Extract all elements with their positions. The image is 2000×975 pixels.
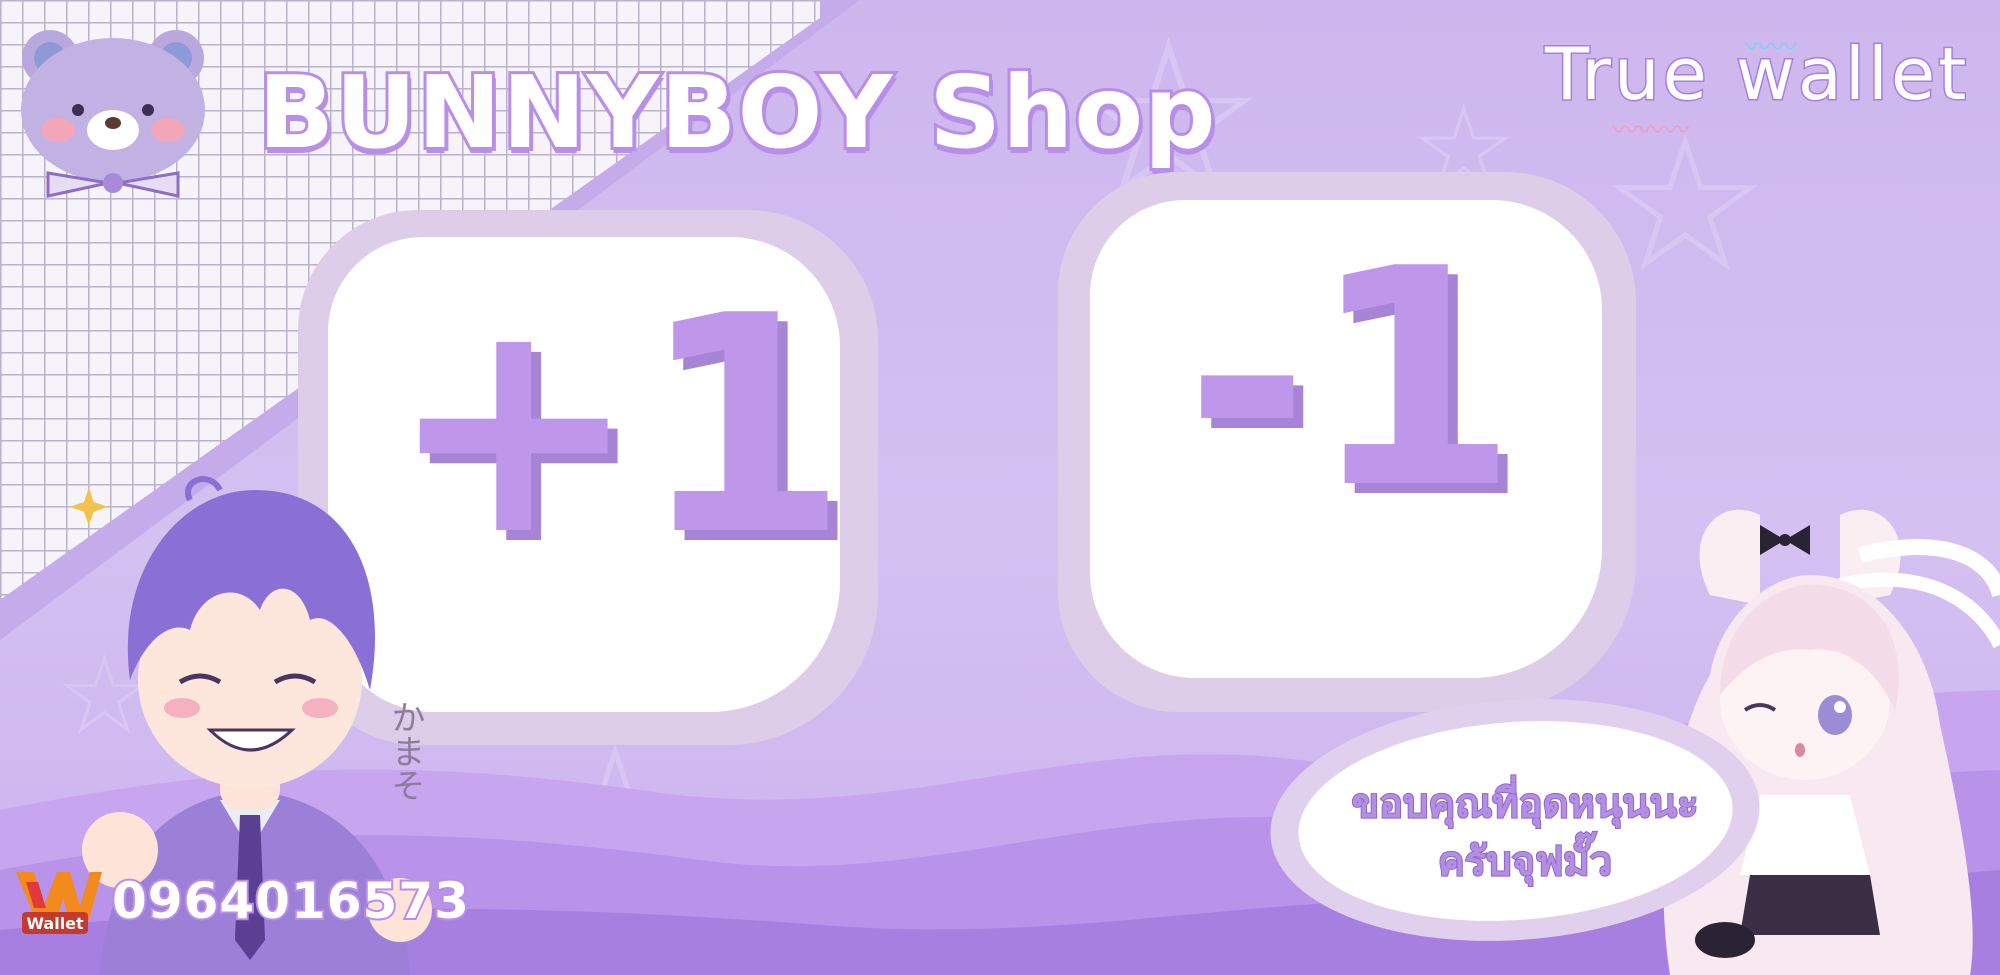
true-wallet-logo-icon: Wallet (16, 872, 102, 934)
wallet-logo-text: Wallet (26, 914, 84, 933)
minus-one-label: -1 (1185, 205, 1519, 554)
minus-card[interactable]: -1 (1090, 200, 1602, 678)
thank-you-line-1: ขอบคุณที่อุดหนุนนะ (1351, 780, 1700, 828)
phone-number: 0964016573 (110, 870, 471, 932)
thank-you-line-2: ครับจุฟมั๊ว (1437, 838, 1613, 886)
bear-mascot-icon (21, 30, 205, 198)
thank-you-message: ขอบคุณที่อุดหนุนนะ ครับจุฟมั๊ว (1300, 775, 1750, 891)
banner: ☆ ☆ ☆ ☆ ☆ ☆ BUNNYBOY Shop True wallet 〰〰… (0, 0, 2000, 975)
shop-title: BUNNYBOY Shop (255, 51, 1219, 174)
squiggle-decoration: 〰〰〰 (1612, 116, 1691, 146)
plus-one-label: +1 (388, 252, 849, 601)
japanese-sfx-text: かまそ (385, 700, 425, 802)
squiggle-decoration: 〰〰 (1745, 33, 1798, 63)
